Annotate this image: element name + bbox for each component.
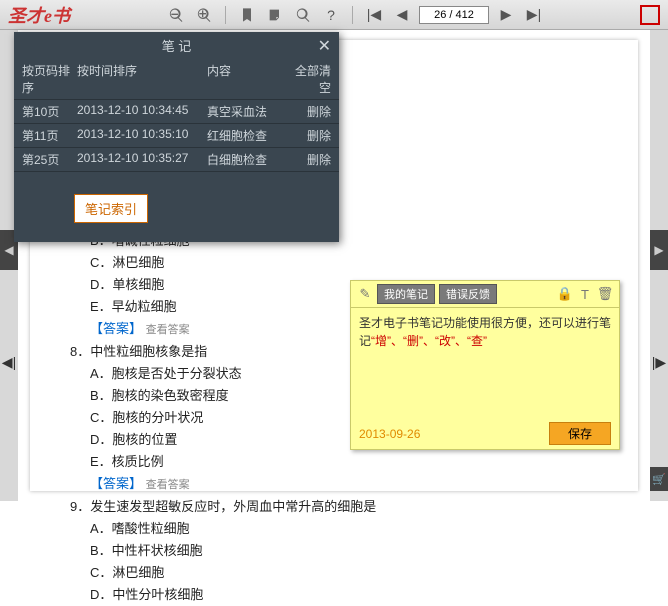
sticky-date: 2013-09-26 — [359, 427, 541, 441]
col-content: 内容 — [207, 62, 291, 96]
view-answer-link[interactable]: 查看答案 — [146, 324, 190, 336]
option-line: C．淋巴细胞 — [90, 562, 376, 584]
first-page-icon[interactable]: |◀ — [363, 4, 385, 26]
option-line: D．单核细胞 — [90, 274, 376, 296]
option-line: A．嗜酸性粒细胞 — [90, 518, 376, 540]
notes-header-row: 按页码排序 按时间排序 内容 全部清空 — [14, 59, 339, 100]
question-line: 8．中性粒细胞核象是指 — [70, 341, 376, 363]
top-toolbar: 圣才e书 ? |◀ ◀ 26 / 412 ▶ ▶| — [0, 0, 668, 30]
notes-panel-title: 笔 记 ✕ — [14, 32, 339, 59]
zoom-in-icon[interactable] — [193, 4, 215, 26]
option-line: B．中性杆状核细胞 — [90, 540, 376, 562]
notes-index-callout: 笔记索引 — [74, 194, 148, 223]
app-logo: 圣才e书 — [8, 2, 70, 28]
option-line: C．淋巴细胞 — [90, 252, 376, 274]
text-tool-icon[interactable]: T — [577, 286, 593, 302]
next-page-icon[interactable]: ▶ — [495, 4, 517, 26]
last-page-icon[interactable]: ▶| — [523, 4, 545, 26]
lock-icon[interactable]: 🔒 — [557, 286, 573, 302]
bookmark-icon[interactable] — [236, 4, 258, 26]
sticky-body[interactable]: 圣才电子书笔记功能使用很方便，还可以进行笔记“增”、“删”、“改”、“查” — [351, 308, 619, 418]
option-line: D．中性分叶核细胞 — [90, 584, 376, 606]
option-line: A．胞核是否处于分裂状态 — [90, 363, 376, 385]
answer-label: 【答案】 — [90, 476, 142, 491]
option-line: B．胞核的染色致密程度 — [90, 385, 376, 407]
cart-icon[interactable]: 🛒 — [650, 467, 668, 491]
delete-button[interactable]: 删除 — [291, 151, 331, 168]
prev-page-icon[interactable]: ◀ — [391, 4, 413, 26]
next-arrow-button[interactable]: ▶ — [650, 230, 668, 270]
sort-by-page[interactable]: 按页码排序 — [22, 62, 77, 96]
clear-all-button[interactable]: 全部清空 — [291, 62, 331, 96]
note-row[interactable]: 第25页 2013-12-10 10:35:27 白细胞检查 删除 — [14, 148, 339, 172]
trash-icon[interactable]: 🗑 — [597, 286, 613, 302]
view-answer-link[interactable]: 查看答案 — [146, 479, 190, 491]
option-line: D．胞核的位置 — [90, 429, 376, 451]
option-line: E．核质比例 — [90, 451, 376, 473]
notes-index-panel: 笔 记 ✕ 按页码排序 按时间排序 内容 全部清空 第10页 2013-12-1… — [14, 32, 339, 242]
save-button[interactable]: 保存 — [549, 422, 611, 445]
note-row[interactable]: 第10页 2013-12-10 10:34:45 真空采血法 删除 — [14, 100, 339, 124]
delete-button[interactable]: 删除 — [291, 103, 331, 120]
answer-label: 【答案】 — [90, 321, 142, 336]
option-line: E．早幼粒细胞 — [90, 296, 376, 318]
option-line: C．胞核的分叶状况 — [90, 407, 376, 429]
page-indicator[interactable]: 26 / 412 — [419, 6, 489, 24]
fullscreen-toggle-icon[interactable] — [640, 5, 660, 25]
pencil-icon[interactable]: ✎ — [357, 286, 373, 302]
document-content: B．嗜碱性粒细胞 C．淋巴细胞 D．单核细胞 E．早幼粒细胞 【答案】 查看答案… — [90, 230, 376, 606]
close-icon[interactable]: ✕ — [318, 36, 331, 56]
help-icon[interactable]: ? — [320, 4, 342, 26]
callout-arrow-icon — [94, 172, 110, 186]
first-arrow-button[interactable]: ◀| — [0, 350, 18, 374]
search-icon[interactable] — [292, 4, 314, 26]
sort-by-time[interactable]: 按时间排序 — [77, 62, 207, 96]
question-line: 9．发生速发型超敏反应时，外周血中常升高的细胞是 — [70, 496, 376, 518]
zoom-out-icon[interactable] — [165, 4, 187, 26]
right-sidebar: ▶ |▶ 🛒 — [650, 30, 668, 501]
note-row[interactable]: 第11页 2013-12-10 10:35:10 红细胞检查 删除 — [14, 124, 339, 148]
last-arrow-button[interactable]: |▶ — [650, 350, 668, 374]
my-notes-button[interactable]: 我的笔记 — [377, 284, 435, 304]
error-feedback-button[interactable]: 错误反馈 — [439, 284, 497, 304]
sticky-note: ✎ 我的笔记 错误反馈 🔒 T 🗑 圣才电子书笔记功能使用很方便，还可以进行笔记… — [350, 280, 620, 450]
note-icon[interactable] — [264, 4, 286, 26]
sticky-toolbar: ✎ 我的笔记 错误反馈 🔒 T 🗑 — [351, 281, 619, 308]
delete-button[interactable]: 删除 — [291, 127, 331, 144]
